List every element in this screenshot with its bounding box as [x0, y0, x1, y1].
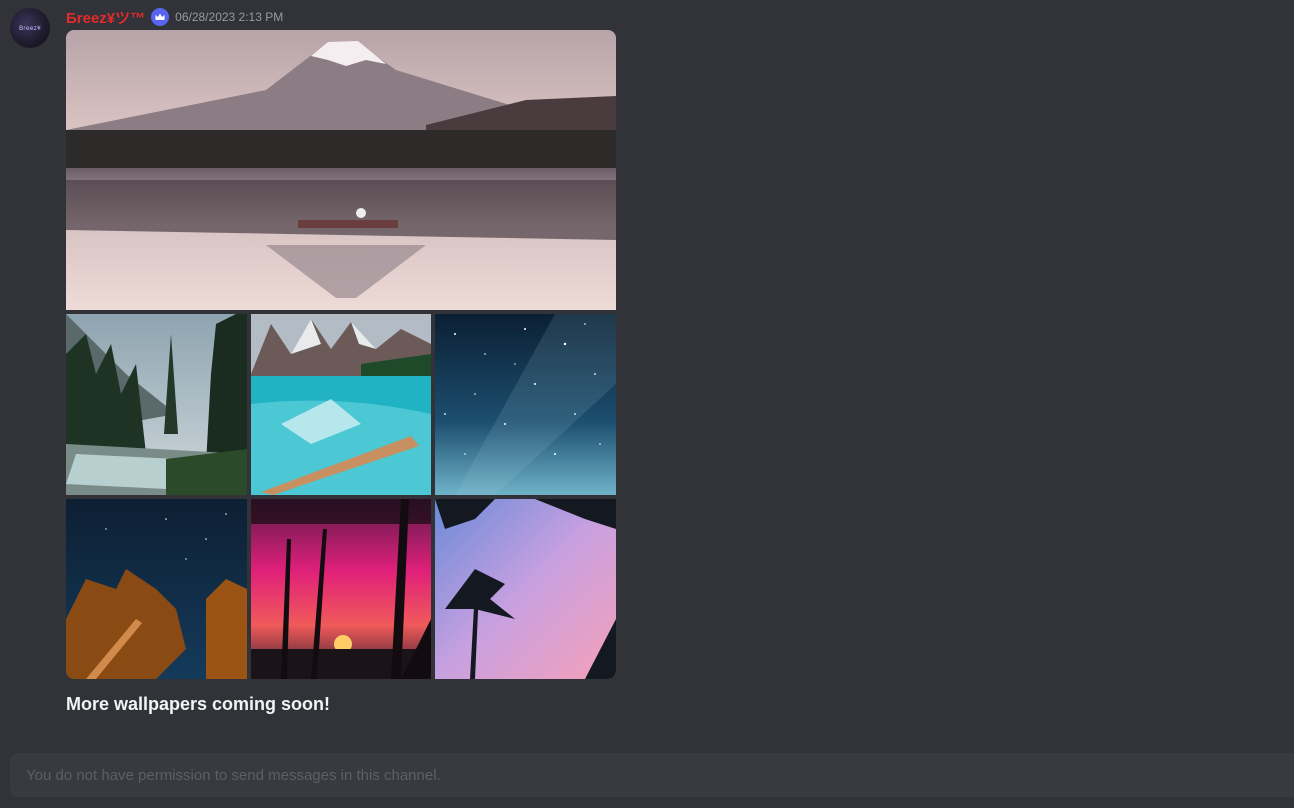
message-header: Бreez¥ツ™ 06/28/2023 2:13 PM	[66, 6, 283, 28]
crown-icon[interactable]	[151, 8, 170, 26]
turquoise-lake-image[interactable]	[251, 314, 431, 495]
pink-sunset-palms-image[interactable]	[251, 499, 431, 679]
avatar-label: Breez¥	[18, 24, 41, 32]
mountain-lake-reflection-image[interactable]	[66, 30, 616, 310]
chat-view: Breez¥ Бreez¥ツ™ 06/28/2023 2:13 PM More …	[0, 0, 1294, 808]
avatar[interactable]: Breez¥	[10, 8, 50, 48]
author-name[interactable]: Бreez¥ツ™	[66, 7, 145, 28]
message-timestamp: 06/28/2023 2:13 PM	[175, 10, 284, 24]
forest-river-image[interactable]	[66, 314, 247, 495]
night-trees-image[interactable]	[66, 499, 247, 679]
message-text: More wallpapers coming soon!	[66, 694, 331, 714]
message-composer-disabled: You do not have permission to send messa…	[10, 753, 1294, 797]
pastel-palms-image[interactable]	[435, 499, 616, 679]
composer-permission-notice: You do not have permission to send messa…	[26, 766, 441, 784]
starry-sky-image[interactable]	[435, 314, 616, 495]
